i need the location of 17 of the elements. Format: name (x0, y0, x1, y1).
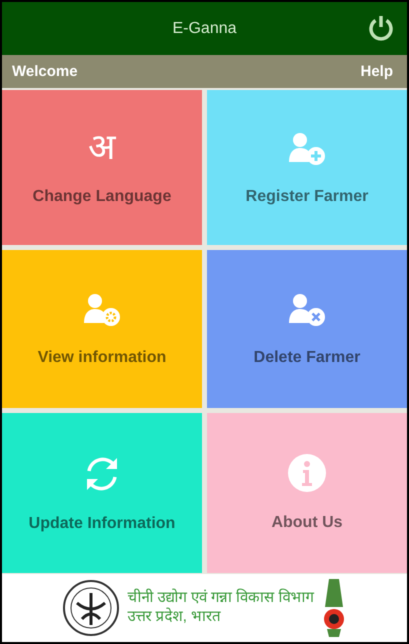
department-name: उत्तर प्रदेश, भारत (128, 608, 222, 627)
letter-icon: अ (88, 130, 116, 166)
menu-tile[interactable]: View information (2, 250, 202, 408)
menu-tile[interactable]: Register Farmer (207, 90, 407, 245)
user-gear-icon (82, 291, 122, 327)
department-name: चीनी उद्योग एवं गन्ना विकास विभाग (128, 589, 314, 608)
menu-tile[interactable]: Update Information (2, 413, 202, 573)
remove-user-icon (287, 291, 327, 327)
menu-tile[interactable]: About Us (207, 413, 407, 573)
welcome-text: Welcome (12, 63, 78, 80)
app-title: E-Ganna (172, 20, 237, 38)
help-link[interactable]: Help (360, 63, 393, 80)
menu-tile[interactable]: Delete Farmer (207, 250, 407, 408)
emblem-drawing (62, 579, 120, 637)
menu-tile[interactable]: अ Change Language (2, 90, 202, 245)
power-button[interactable] (367, 14, 395, 42)
info-icon (288, 454, 326, 492)
